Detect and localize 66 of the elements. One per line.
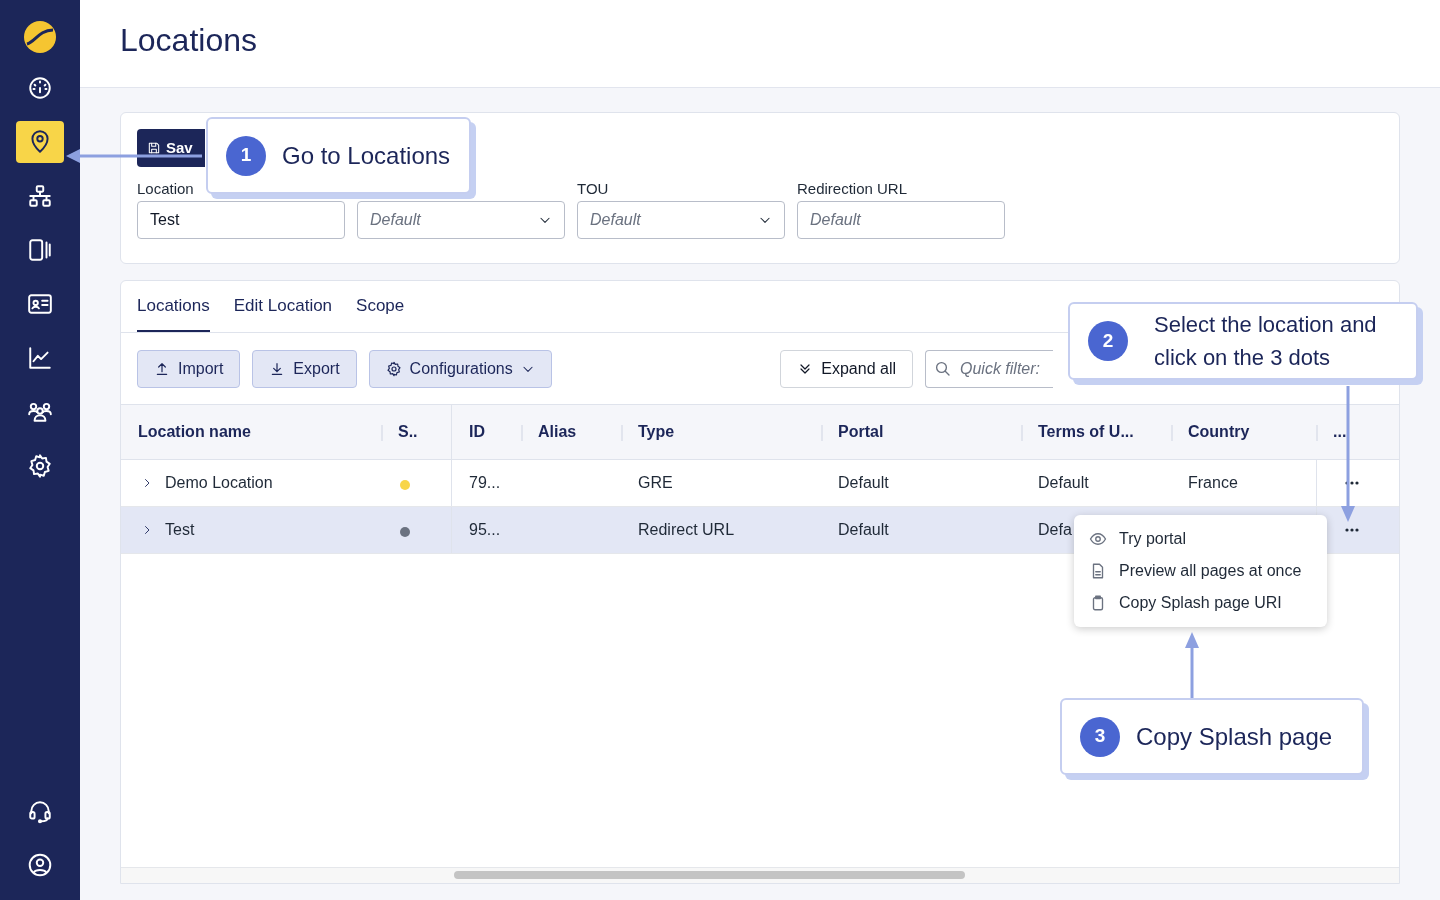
column-header[interactable]: Terms of U... bbox=[1021, 420, 1151, 444]
gauge-icon bbox=[27, 75, 53, 101]
toolbar-button[interactable]: Configurations bbox=[368, 349, 552, 388]
toolbar-button[interactable]: Export bbox=[252, 349, 357, 388]
save-button[interactable]: Sav bbox=[137, 129, 205, 167]
callout-text: Select the location and click on the 3 dots bbox=[1153, 311, 1378, 372]
tab[interactable]: Edit Location bbox=[233, 281, 333, 332]
logo-icon bbox=[23, 20, 57, 54]
upload-icon bbox=[154, 360, 170, 377]
toolbar-button[interactable]: Import bbox=[137, 349, 241, 388]
search-icon bbox=[934, 359, 952, 378]
headset-icon bbox=[27, 798, 53, 824]
table-cell-text: Default bbox=[838, 520, 889, 540]
text-field[interactable]: Test bbox=[137, 201, 345, 239]
scrollbar-thumb[interactable] bbox=[454, 871, 965, 879]
more-options-icon[interactable] bbox=[1344, 481, 1359, 485]
column-header[interactable]: Portal bbox=[821, 420, 901, 444]
field-label: Location bbox=[137, 179, 195, 198]
step-number: 3 bbox=[1080, 716, 1120, 757]
quick-filter-field[interactable]: Quick filter: bbox=[925, 349, 1053, 388]
more-options-icon[interactable] bbox=[1344, 528, 1359, 532]
callout-text: Go to Locations bbox=[282, 141, 451, 171]
pointer-arrow bbox=[1184, 632, 1200, 698]
table-cell-text: GRE bbox=[638, 473, 673, 493]
column-header[interactable]: Country bbox=[1171, 420, 1267, 444]
table-cell-text: Redirect URL bbox=[638, 520, 735, 540]
table-cell-text: 79... bbox=[469, 473, 501, 493]
column-header[interactable]: ID bbox=[452, 420, 502, 444]
table-cell-text: Demo Location bbox=[165, 473, 273, 493]
column-header[interactable]: Type bbox=[621, 420, 692, 444]
table-cell-text: Default bbox=[1038, 473, 1089, 493]
user-account-icon bbox=[27, 852, 53, 878]
tab[interactable]: Scope bbox=[356, 281, 405, 332]
field-label: TOU bbox=[577, 179, 610, 198]
callout-text: Copy Splash page bbox=[1136, 722, 1333, 752]
table-cell-text: 95... bbox=[469, 520, 501, 540]
table-cell-text: France bbox=[1188, 473, 1238, 493]
network-icon bbox=[27, 183, 53, 209]
menu-item[interactable]: Try portal bbox=[1074, 523, 1327, 555]
table-cell-text: Defa bbox=[1038, 520, 1072, 540]
dropdown-field[interactable]: Default bbox=[357, 201, 565, 239]
sidebar-item[interactable] bbox=[16, 121, 64, 163]
step-number: 2 bbox=[1088, 321, 1128, 361]
expand-all-button[interactable]: Expand all bbox=[780, 349, 913, 388]
dropdown-field[interactable]: Default bbox=[577, 201, 785, 239]
step-number: 1 bbox=[226, 135, 266, 176]
settings-icon bbox=[27, 453, 53, 479]
column-header[interactable]: Location name bbox=[121, 420, 268, 444]
menu-item[interactable]: Copy Splash page URI bbox=[1074, 587, 1327, 619]
column-header[interactable]: Alias bbox=[521, 420, 594, 444]
table-row[interactable]: Demo Location 79... GRE Default Default France bbox=[121, 460, 1399, 507]
tab[interactable]: Locations bbox=[137, 281, 210, 332]
horizontal-scrollbar[interactable] bbox=[121, 867, 1399, 883]
menu-item[interactable]: Preview all pages at once bbox=[1074, 555, 1327, 587]
id-card-icon bbox=[27, 291, 53, 317]
page-title: Locations bbox=[120, 20, 257, 60]
table-cell-text: Test bbox=[165, 520, 195, 540]
device-icon bbox=[27, 237, 53, 263]
line-chart-icon bbox=[27, 345, 53, 371]
column-header[interactable]: S.. bbox=[381, 420, 435, 444]
eye-icon bbox=[1089, 530, 1107, 548]
column-header[interactable]: ... bbox=[1316, 420, 1364, 444]
text-field[interactable]: Default bbox=[797, 201, 1005, 239]
settings-icon bbox=[385, 360, 402, 377]
table-cell-text: Default bbox=[838, 473, 889, 493]
field-label: Redirection URL bbox=[797, 179, 909, 198]
